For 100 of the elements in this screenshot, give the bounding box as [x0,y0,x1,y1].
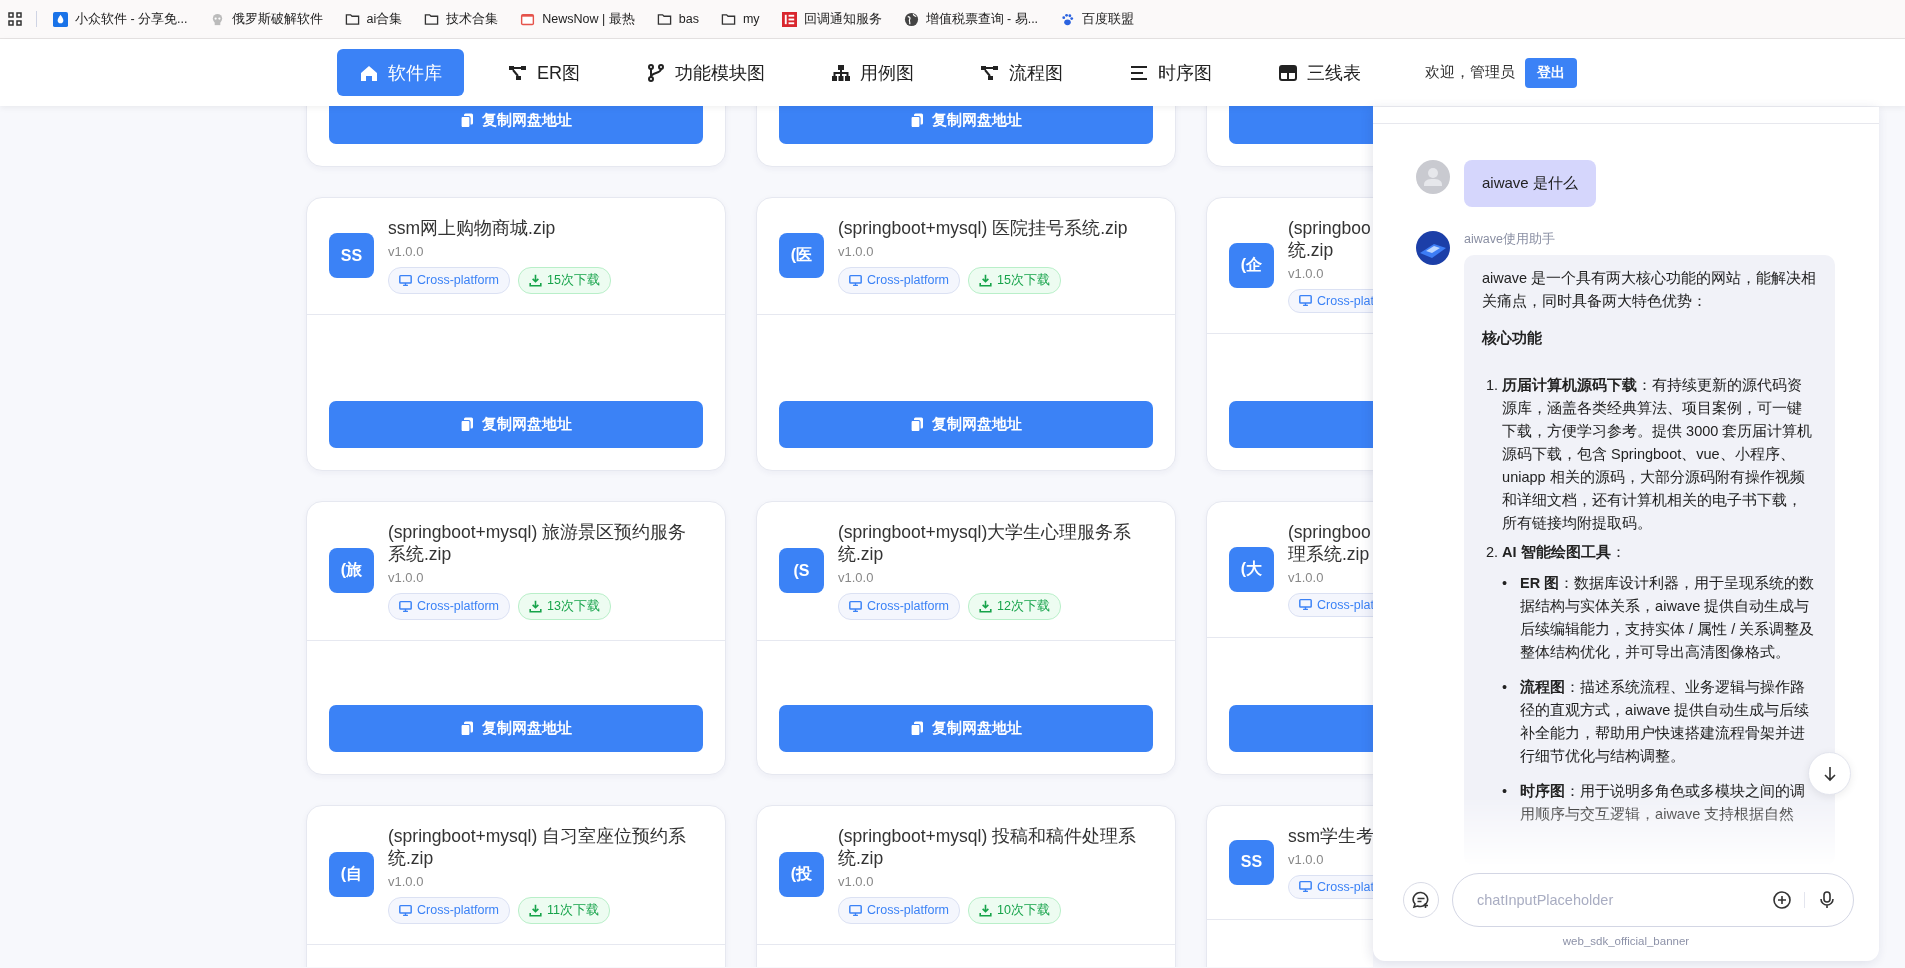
version-text: v1.0.0 [838,569,875,585]
platform-tag: Cross-platform [838,896,960,924]
list-item-text: 流程图：描述系统流程、业务逻辑与操作路径的直观方式，aiwave 提供自动生成与后续补全能力，帮助用户快速搭建流程骨架并进行细节优化与结构调整。 [1520,678,1811,766]
bookmark-item[interactable]: 增值税票查询 - 易... [903,10,1039,28]
drop-icon [53,11,68,27]
version-text: v1.0.0 [388,569,425,585]
copy-icon [910,113,924,128]
version-text: v1.0.0 [1288,265,1325,281]
monitor-icon [849,599,862,613]
bookmark-item[interactable]: NewsNow | 最热 [520,10,635,28]
globe-icon [903,11,919,27]
platform-tag: Cross-platform [838,266,960,294]
footer-text: web_sdk_official_banner [1562,935,1690,947]
nav-tab[interactable]: 时序图 [1107,49,1234,96]
table-icon [1278,62,1298,83]
project-avatar: (S [779,548,824,594]
monitor-icon [1299,294,1312,308]
copy-icon [460,417,474,432]
download-icon [528,599,542,613]
download-count-tag: 10次下载 [967,896,1061,924]
message-text: aiwave 是一个具有两大核心功能的网站，能解决相关痛点，同时具备两大特色优势： [1482,269,1817,311]
version-text: v1.0.0 [1288,851,1325,867]
bookmark-item[interactable]: 小众软件 - 分享免... [53,10,188,28]
list-item-text: 时序图：用于说明多角色或多模块之间的调用顺序与交互逻辑，aiwave 支持根据自然 [1520,782,1807,824]
version-text: v1.0.0 [388,243,425,259]
window-icon [520,11,536,27]
bookmark-item[interactable]: 回调通知服务 [781,10,882,28]
bot-avatar-icon [1416,231,1450,265]
download-count-tag: 12次下载 [967,592,1061,620]
folder-icon [424,11,440,27]
copy-link-button[interactable]: 复制网盘地址 [329,106,703,144]
nav-tab[interactable]: 软件库 [337,49,464,96]
user-avatar-icon [1416,160,1450,194]
copy-link-button[interactable]: 复制网盘地址 [329,401,703,448]
bookmark-item[interactable]: my [720,11,760,27]
list-number: 2. [1486,543,1499,562]
list-item-text: 历届计算机源码下载：有持续更新的源代码资源库，涵盖各类经典算法、项目案例，可一键下载，方便学习参考。提供 3000 套历届计算机源码下载，包含 Springboot、vue、小程序、uniapp 相关的源码，大部分源码附有操作视频和详细文档，还有计算机相关的电子书下载，所有链接均附提取码。 [1502,376,1814,533]
nav-tab[interactable]: 用例图 [809,49,936,96]
project-avatar: SS [329,233,374,279]
project-title: (springboot+mysql) 旅游景区预约服务系统.zip [388,522,688,566]
download-count-tag: 11次下载 [517,896,610,924]
bookmark-item[interactable]: ai合集 [344,10,403,28]
monitor-icon [399,273,412,287]
new-chat-button[interactable] [1403,882,1439,918]
project-avatar: (企 [1229,242,1274,288]
project-title: ssm学生考 [1288,826,1373,848]
monitor-icon [1299,598,1312,612]
monitor-icon [849,273,862,287]
copy-link-button[interactable]: 复制网盘地址 [329,705,703,752]
logo-icon [781,11,797,27]
copy-icon [460,721,474,736]
chat-plus-icon [1411,890,1431,910]
monitor-icon [399,903,412,917]
monitor-icon [1299,880,1312,894]
apps-icon[interactable] [8,12,22,26]
bookmark-item[interactable]: 百度联盟 [1060,10,1135,28]
download-count-tag: 15次下载 [517,266,611,294]
nav-tab[interactable]: 三线表 [1256,49,1383,96]
download-count-tag: 15次下载 [967,266,1061,294]
logout-button[interactable]: 登出 [1525,57,1577,88]
nav-tab[interactable]: 功能模块图 [624,49,787,96]
download-icon [978,903,992,917]
bot-name: aiwave使用助手 [1464,231,1556,248]
nav-tab[interactable]: ER图 [486,49,602,96]
bookmark-item[interactable]: bas [656,11,699,27]
project-avatar: (自 [329,852,374,898]
project-avatar: SS [1229,839,1274,885]
bullet-mark: • [1502,574,1509,593]
copy-link-button[interactable]: 复制网盘地址 [779,106,1153,144]
copy-link-button[interactable]: 复制网盘地址 [779,705,1153,752]
download-icon [528,273,542,287]
project-title: (springboot+mysql) 医院挂号系统.zip [838,218,1128,240]
project-title: (springboo 理系统.zip [1288,522,1372,566]
platform-tag: Cross-platform [838,592,960,620]
copy-icon [910,417,924,432]
copy-link-button[interactable]: 复制网盘地址 [779,401,1153,448]
project-title: (springboo 统.zip [1288,218,1372,262]
monitor-icon [849,903,862,917]
nav-tab[interactable]: 流程图 [958,49,1085,96]
version-text: v1.0.0 [1288,569,1325,585]
user-message: aiwave 是什么 [1464,160,1596,207]
paw-icon [1060,11,1076,27]
platform-tag: Cross-platform [388,896,510,924]
copy-icon [460,113,474,128]
version-text: v1.0.0 [388,873,425,889]
download-icon [978,273,992,287]
microphone-icon[interactable] [1817,890,1837,910]
platform-tag: Cross-platform [388,592,510,620]
folder-icon [344,11,360,27]
bookmark-item[interactable]: 技术合集 [424,10,499,28]
add-icon[interactable] [1772,890,1792,910]
bullet-mark: • [1502,782,1509,801]
download-count-tag: 13次下载 [517,592,611,620]
list-item-text: ER 图：数据库设计利器，用于呈现系统的数据结构与实体关系，aiwave 提供自动生成与后续编辑能力，支持实体 / 属性 / 关系调整及整体结构优化，并可导出高清图像格式。 [1520,574,1816,662]
message-heading: 核心功能 [1482,329,1543,348]
list-item-text: AI 智能绘图工具： [1502,543,1627,562]
bookmark-item[interactable]: 俄罗斯破解软件 [209,10,323,28]
welcome-text: 欢迎，管理员 [1425,63,1515,82]
platform-tag: Cross-platform [388,266,510,294]
project-title: ssm网上购物商城.zip [388,218,557,240]
